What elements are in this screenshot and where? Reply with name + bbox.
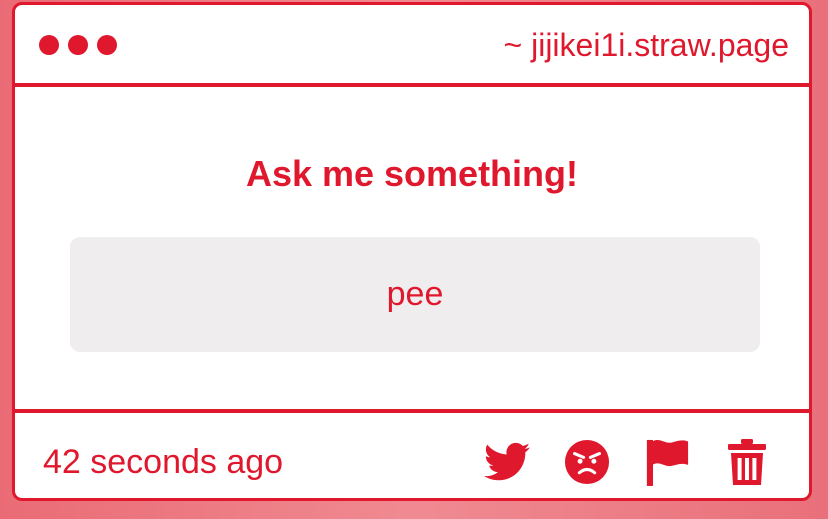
window-controls xyxy=(39,35,117,55)
window-dot-1[interactable] xyxy=(39,35,59,55)
action-bar xyxy=(483,438,771,486)
react-angry-button[interactable] xyxy=(563,438,611,486)
answer-text: pee xyxy=(386,275,444,313)
window-dot-3[interactable] xyxy=(97,35,117,55)
timestamp: 42 seconds ago xyxy=(43,443,284,481)
flag-icon xyxy=(646,439,689,486)
answer-box: pee xyxy=(70,237,760,352)
window-dot-2[interactable] xyxy=(68,35,88,55)
twitter-icon xyxy=(484,442,530,481)
angry-face-icon xyxy=(564,439,610,485)
window-titlebar: ~ jijikei1i.straw.page xyxy=(15,5,809,87)
question-content: Ask me something! pee xyxy=(15,87,809,409)
delete-button[interactable] xyxy=(723,438,771,486)
report-flag-button[interactable] xyxy=(643,438,691,486)
trash-icon xyxy=(728,439,766,485)
page-url[interactable]: ~ jijikei1i.straw.page xyxy=(504,27,789,64)
question-prompt: Ask me something! xyxy=(245,153,579,194)
question-card: ~ jijikei1i.straw.page Ask me something!… xyxy=(12,2,812,501)
share-twitter-button[interactable] xyxy=(483,438,531,486)
card-footer: 42 seconds ago xyxy=(15,409,809,498)
